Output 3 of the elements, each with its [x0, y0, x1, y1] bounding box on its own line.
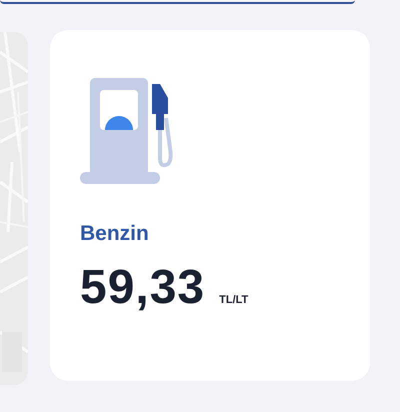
price-unit: TL/LT: [219, 294, 248, 306]
price: 59,33: [80, 260, 206, 315]
fuel-name: Benzin: [80, 222, 150, 246]
